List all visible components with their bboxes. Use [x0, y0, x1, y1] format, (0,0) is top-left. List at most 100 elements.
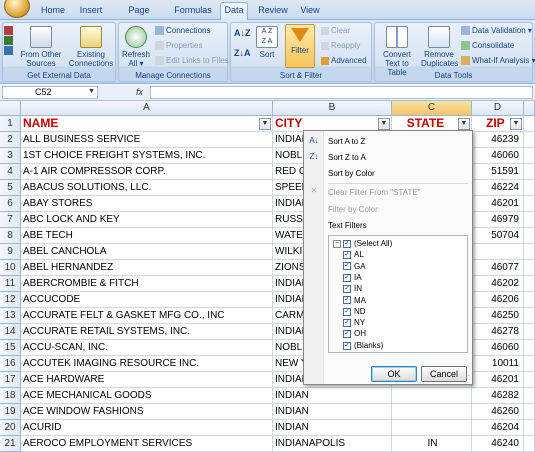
- data-validation-button[interactable]: Data Validation ▾: [461, 26, 532, 36]
- sort-z-to-a-item[interactable]: Sort Z to A: [328, 153, 366, 162]
- name-cell[interactable]: ABE TECH: [21, 228, 273, 244]
- cell[interactable]: [524, 132, 535, 148]
- tab-page-layout[interactable]: Page Layout: [114, 3, 164, 30]
- zip-cell[interactable]: 46278: [472, 324, 524, 340]
- access-icon[interactable]: [3, 25, 13, 56]
- row-header[interactable]: 4: [0, 164, 21, 180]
- row-header[interactable]: 21: [0, 436, 21, 452]
- cell[interactable]: [524, 404, 535, 420]
- row-header[interactable]: 9: [0, 244, 21, 260]
- name-cell[interactable]: ACCURATE FELT & GASKET MFG CO., INC: [21, 308, 273, 324]
- state-cell[interactable]: [392, 388, 472, 404]
- column-header-a[interactable]: A: [21, 101, 273, 116]
- advanced-button[interactable]: Advanced: [321, 56, 367, 65]
- filter-option-checkbox[interactable]: ✓ NY: [343, 318, 365, 327]
- checkbox-checked-icon[interactable]: ✓: [343, 239, 351, 248]
- name-cell[interactable]: ACURID: [21, 420, 273, 436]
- column-header-e[interactable]: [524, 101, 535, 116]
- tree-collapse-icon[interactable]: −: [333, 240, 341, 248]
- tab-formulas[interactable]: Formulas: [172, 3, 214, 20]
- city-cell[interactable]: INDIANAPOLIS: [273, 436, 392, 452]
- resize-grip-icon[interactable]: ⋰: [463, 375, 471, 383]
- column-header-d[interactable]: D: [472, 101, 524, 116]
- zip-cell[interactable]: 46201: [472, 196, 524, 212]
- cell[interactable]: [524, 180, 535, 196]
- zip-cell[interactable]: 50704: [472, 228, 524, 244]
- zip-cell[interactable]: 46077: [472, 260, 524, 276]
- row-header[interactable]: 10: [0, 260, 21, 276]
- row-header[interactable]: 17: [0, 372, 21, 388]
- filter-option-checkbox[interactable]: ✓ OH: [343, 329, 366, 338]
- cell[interactable]: [524, 196, 535, 212]
- properties-button[interactable]: Properties: [155, 41, 202, 51]
- checkbox-checked-icon[interactable]: ✓: [343, 318, 351, 327]
- name-cell[interactable]: ABAY STORES: [21, 196, 273, 212]
- header-cell-name[interactable]: NAME: [21, 116, 273, 132]
- column-header-b[interactable]: B: [273, 101, 392, 116]
- row-header[interactable]: 18: [0, 388, 21, 404]
- filter-option-checkbox[interactable]: ✓ ND: [343, 307, 366, 316]
- cell[interactable]: [524, 340, 535, 356]
- filter-option-checkbox[interactable]: ✓ (Select All): [343, 239, 392, 248]
- clear-filter-item[interactable]: Clear Filter From "STATE": [328, 188, 421, 197]
- name-cell[interactable]: ALL BUSINESS SERVICE: [21, 132, 273, 148]
- zip-cell[interactable]: 46224: [472, 180, 524, 196]
- cell[interactable]: [524, 292, 535, 308]
- zip-cell[interactable]: 46206: [472, 292, 524, 308]
- zip-cell[interactable]: 51591: [472, 164, 524, 180]
- existing-connections-button[interactable]: Existing Connections: [67, 26, 115, 68]
- zip-cell[interactable]: 46282: [472, 388, 524, 404]
- filter-dropdown-state-icon[interactable]: ▼: [458, 118, 470, 130]
- office-button[interactable]: [4, 0, 30, 18]
- zip-cell[interactable]: 46060: [472, 340, 524, 356]
- zip-cell[interactable]: [472, 244, 524, 260]
- tab-home[interactable]: Home: [38, 3, 68, 20]
- city-cell[interactable]: INDIAN: [273, 420, 392, 436]
- filter-by-color-item[interactable]: Filter by Color: [328, 205, 378, 214]
- checkbox-checked-icon[interactable]: ✓: [343, 262, 351, 271]
- row-header[interactable]: 11: [0, 276, 21, 292]
- name-cell[interactable]: ACCURATE RETAIL SYSTEMS, INC.: [21, 324, 273, 340]
- checkbox-checked-icon[interactable]: ✓: [343, 273, 351, 282]
- name-cell[interactable]: ACCUTEK IMAGING RESOURCE INC.: [21, 356, 273, 372]
- filter-option-checkbox[interactable]: ✓ MA: [343, 296, 366, 305]
- filter-values-list[interactable]: − ✓ (Select All) ✓ AL ✓ GA ✓ IA ✓ IN ✓ MA ✓ ND ✓ NY ✓ OH ✓…: [328, 235, 468, 353]
- refresh-all-button[interactable]: Refresh All ▾: [121, 26, 151, 68]
- row-header[interactable]: 8: [0, 228, 21, 244]
- select-all-corner[interactable]: [0, 101, 21, 116]
- filter-option-checkbox[interactable]: ✓ (Blanks): [343, 341, 383, 350]
- cell[interactable]: [524, 244, 535, 260]
- sort-a-to-z-item[interactable]: Sort A to Z: [328, 137, 365, 146]
- cancel-button[interactable]: Cancel: [421, 366, 467, 382]
- connections-button[interactable]: Connections: [155, 26, 210, 36]
- checkbox-checked-icon[interactable]: ✓: [343, 296, 351, 305]
- sort-button[interactable]: A ZZ A Sort: [255, 26, 279, 59]
- name-box-dropdown-icon[interactable]: ▼: [88, 88, 95, 95]
- sort-by-color-item[interactable]: Sort by Color: [328, 169, 375, 178]
- row-header[interactable]: 13: [0, 308, 21, 324]
- checkbox-checked-icon[interactable]: ✓: [343, 307, 351, 316]
- filter-dropdown-name-icon[interactable]: ▼: [259, 118, 271, 130]
- checkbox-checked-icon[interactable]: ✓: [343, 251, 351, 260]
- row-header[interactable]: 6: [0, 196, 21, 212]
- column-header-c[interactable]: C: [392, 101, 472, 116]
- zip-cell[interactable]: 10011: [472, 356, 524, 372]
- zip-cell[interactable]: 46060: [472, 148, 524, 164]
- consolidate-button[interactable]: Consolidate: [461, 41, 514, 51]
- fx-icon[interactable]: fx: [136, 87, 143, 97]
- cell[interactable]: [524, 372, 535, 388]
- zip-cell[interactable]: 46239: [472, 132, 524, 148]
- row-header[interactable]: 3: [0, 148, 21, 164]
- cell[interactable]: [524, 436, 535, 452]
- tab-data[interactable]: Data: [220, 2, 248, 21]
- row-header[interactable]: 5: [0, 180, 21, 196]
- filter-option-checkbox[interactable]: ✓ GA: [343, 262, 366, 271]
- cell[interactable]: [524, 228, 535, 244]
- filter-option-checkbox[interactable]: ✓ AL: [343, 250, 364, 259]
- state-cell[interactable]: [392, 420, 472, 436]
- name-cell[interactable]: ABEL HERNANDEZ: [21, 260, 273, 276]
- filter-option-checkbox[interactable]: ✓ IA: [343, 273, 362, 282]
- name-cell[interactable]: ACE HARDWARE: [21, 372, 273, 388]
- row-header[interactable]: 2: [0, 132, 21, 148]
- row-header[interactable]: 20: [0, 420, 21, 436]
